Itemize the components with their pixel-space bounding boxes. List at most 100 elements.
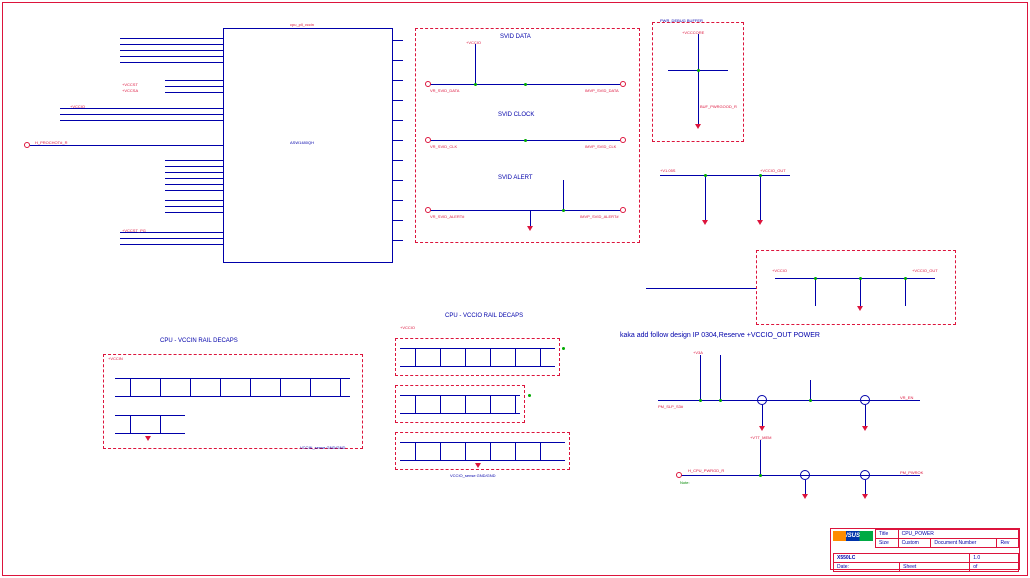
transistor-icon xyxy=(757,395,767,405)
gnd-icon xyxy=(475,463,481,468)
junction-icon xyxy=(809,399,812,402)
junction-icon xyxy=(859,277,862,280)
pwr-debug-title: PWR_DEBUG BUFFER xyxy=(660,18,703,23)
decaps-note: VCCIN_sense GND/GND xyxy=(300,445,345,450)
junction-icon xyxy=(524,139,527,142)
vccio-sub3 xyxy=(395,432,570,470)
net-label: PM_PWROK xyxy=(900,470,923,475)
sheet-label: Sheet xyxy=(900,563,970,572)
vccio-sub1 xyxy=(395,338,560,376)
junction-icon xyxy=(524,83,527,86)
size-label: Size xyxy=(876,539,899,548)
svid-data-title: SVID DATA xyxy=(500,34,531,40)
net-label: +V1.05S xyxy=(660,168,675,173)
junction-icon xyxy=(814,277,817,280)
gnd-icon xyxy=(862,494,868,499)
gnd-icon xyxy=(702,220,708,225)
net-label: VR_EN xyxy=(900,395,913,400)
net-label: +VCCIO_OUT xyxy=(760,168,786,173)
net-label: +VCCIN xyxy=(108,356,123,361)
net-label: +VCCCORE xyxy=(682,30,704,35)
docnum-value: X550LC xyxy=(834,554,970,563)
junction-icon xyxy=(759,474,762,477)
net-label: +VCCST_PG xyxy=(122,228,146,233)
svid-clk-out: IMVP_SVID_CLK xyxy=(585,144,616,149)
junction-icon xyxy=(697,69,700,72)
vccin-decaps-title: CPU - VCCIN RAIL DECAPS xyxy=(160,338,238,344)
wire xyxy=(698,34,699,124)
title-value: CPU_POWER xyxy=(898,530,1018,539)
port-icon xyxy=(620,207,626,213)
transistor-icon xyxy=(860,395,870,405)
junction-icon xyxy=(699,399,702,402)
svid-alert-in: VR_SVID_ALERT# xyxy=(430,214,464,219)
svid-data-out: IMVP_SVID_DATA xyxy=(585,88,619,93)
wire xyxy=(115,378,350,379)
gnd-icon xyxy=(145,436,151,441)
junction-icon xyxy=(759,174,762,177)
svid-clock-title: SVID CLOCK xyxy=(498,112,534,118)
svid-alert-out: IMVP_SVID_ALERT# xyxy=(580,214,619,219)
gnd-icon xyxy=(757,220,763,225)
net-label: +V3A xyxy=(693,350,703,355)
port-icon xyxy=(425,207,431,213)
junction-icon xyxy=(904,277,907,280)
ic-top-net: cpu_pll_vccin xyxy=(290,22,314,27)
wire xyxy=(115,415,185,416)
ic-label: ASW1480QH xyxy=(290,140,314,145)
net-label: H_CPU_PWRGD_R xyxy=(688,468,724,473)
rev-value: 1.0 xyxy=(970,554,1019,563)
gnd-icon xyxy=(862,426,868,431)
port-icon xyxy=(620,137,626,143)
net-label: H_PROCHOT#_R xyxy=(35,140,67,145)
main-ic xyxy=(223,28,393,263)
asus-logo: /SUS xyxy=(833,531,873,541)
transistor-icon xyxy=(800,470,810,480)
gnd-icon xyxy=(857,306,863,311)
size-value: Custom xyxy=(898,539,931,548)
gnd-icon xyxy=(527,226,533,231)
title-block: /SUS Title CPU_POWER Size Custom Documen… xyxy=(830,528,1020,570)
design-note: kaka add follow design IP 0304,Reserve +… xyxy=(620,332,820,339)
wire xyxy=(115,396,350,397)
wire xyxy=(430,210,620,211)
net-label: +VCCIO xyxy=(70,104,85,109)
note-label: Note: xyxy=(680,480,690,485)
gnd-icon xyxy=(759,426,765,431)
reserve-line xyxy=(646,288,756,289)
net-label: PM_SLP_S3# xyxy=(658,404,683,409)
port-icon xyxy=(620,81,626,87)
svid-clk-in: VR_SVID_CLK xyxy=(430,144,457,149)
vccio-out-block xyxy=(756,250,956,325)
port-icon xyxy=(425,137,431,143)
gnd-icon xyxy=(695,124,701,129)
title-label: Title xyxy=(876,530,899,539)
net-label: +VCCIO xyxy=(400,325,415,330)
svid-alert-title: SVID ALERT xyxy=(498,175,533,181)
wire xyxy=(475,44,476,84)
gnd-icon xyxy=(802,494,808,499)
wire xyxy=(563,180,564,210)
net-label: +VCCST xyxy=(122,82,138,87)
net-label: +VCCIO xyxy=(772,268,787,273)
net-label: +VCCSA xyxy=(122,88,138,93)
vccin-decaps-block xyxy=(103,354,363,449)
junction-icon xyxy=(719,399,722,402)
svid-vccio: +VCCIO xyxy=(466,40,481,45)
date-label: Date: xyxy=(834,563,900,572)
net-label: +VCCIO_OUT xyxy=(912,268,938,273)
svid-data-in: VR_SVID_DATA xyxy=(430,88,459,93)
junction-icon xyxy=(562,209,565,212)
transistor-icon xyxy=(860,470,870,480)
port-icon xyxy=(425,81,431,87)
junction-icon xyxy=(704,174,707,177)
rev-label: Rev xyxy=(997,539,1019,548)
sheet-value: of xyxy=(970,563,1019,572)
net-label: +VTT_MEM xyxy=(750,435,771,440)
port-icon xyxy=(676,472,682,478)
docnum-label: Document Number xyxy=(931,539,997,548)
vccio-note: VCCIO_sense GND/GND xyxy=(450,473,496,478)
vccio-decaps-title: CPU - VCCIO RAIL DECAPS xyxy=(445,313,523,319)
net-label: BUF_PWRGOOD_R xyxy=(700,104,737,109)
junction-icon xyxy=(474,83,477,86)
